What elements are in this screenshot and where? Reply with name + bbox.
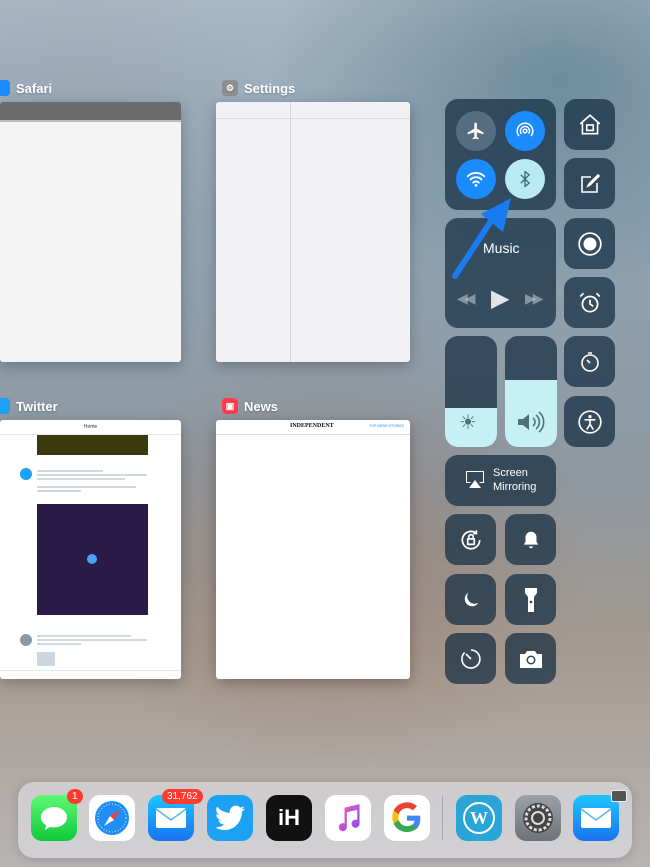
- news-toolbar: INDEPENDENT TOP NEWS STORIES: [216, 420, 410, 435]
- bell-icon: [523, 531, 538, 548]
- mail-icon: [155, 808, 187, 828]
- dock-wordpress[interactable]: W: [456, 795, 502, 841]
- airplane-icon: [467, 122, 484, 140]
- card-title-news: ▣ News: [222, 398, 278, 414]
- wifi-icon: [466, 172, 486, 187]
- notes-button[interactable]: [564, 158, 615, 209]
- record-icon: [577, 231, 602, 256]
- flashlight-icon: [524, 587, 537, 612]
- dock-twitter[interactable]: [207, 795, 253, 841]
- dock-divider: [442, 796, 443, 840]
- screen-mirroring-button[interactable]: Screen Mirroring: [445, 455, 556, 506]
- dock-music[interactable]: [325, 795, 371, 841]
- dock-settings[interactable]: [515, 795, 561, 841]
- twitter-tweet-text: [37, 468, 147, 494]
- ih-logo-icon: iH: [278, 805, 300, 830]
- card-title-settings: ⚙ Settings: [222, 80, 295, 96]
- rewind-icon[interactable]: ◀◀: [457, 290, 475, 307]
- timer-button[interactable]: [564, 336, 615, 387]
- card-title-twitter: Twitter: [0, 398, 58, 414]
- accessibility-icon: [577, 409, 602, 434]
- bluetooth-icon: [520, 170, 530, 188]
- brightness-slider[interactable]: ☀: [445, 336, 497, 447]
- moon-icon: [464, 592, 478, 606]
- rotation-lock-icon: [461, 529, 481, 550]
- timer-button-2[interactable]: [445, 633, 496, 684]
- music-note-icon: [338, 804, 360, 832]
- stopwatch-icon: [580, 351, 599, 372]
- twitter-tweet-text-2: [37, 633, 147, 647]
- dock-ih[interactable]: iH: [266, 795, 312, 841]
- card-title-twitter-label: Twitter: [16, 398, 58, 414]
- twitter-bird-icon: [215, 805, 245, 830]
- airplay-icon: [466, 471, 484, 488]
- settings-split-divider: [290, 102, 291, 362]
- twitter-avatar-2: [20, 634, 32, 646]
- twitter-home-header: Home: [0, 420, 181, 435]
- card-title-settings-label: Settings: [244, 80, 296, 96]
- sun-icon: ☀: [459, 412, 477, 434]
- messages-icon: [41, 807, 67, 830]
- volume-slider[interactable]: [505, 336, 557, 447]
- annotation-arrow-icon: [452, 198, 511, 279]
- handoff-mac-icon: [611, 790, 627, 802]
- fast-forward-icon[interactable]: ▶▶: [525, 290, 543, 307]
- compose-icon: [580, 173, 600, 193]
- news-masthead: INDEPENDENT: [290, 423, 334, 429]
- silent-mode-button[interactable]: [505, 514, 556, 565]
- google-g-icon: [392, 802, 421, 832]
- card-title-safari-label: Safari: [16, 80, 53, 96]
- rotation-lock-button[interactable]: [445, 514, 496, 565]
- card-title-news-label: News: [244, 398, 278, 414]
- flashlight-button[interactable]: [505, 574, 556, 625]
- airplane-mode-button[interactable]: [456, 111, 496, 151]
- airdrop-button[interactable]: [505, 111, 545, 151]
- do-not-disturb-button[interactable]: [445, 574, 496, 625]
- twitter-card[interactable]: Home: [0, 420, 181, 679]
- twitter-small-icon: [0, 398, 10, 414]
- safari-compass-icon: [95, 801, 129, 835]
- camera-button[interactable]: [505, 633, 556, 684]
- timer-icon: [460, 648, 481, 669]
- home-button[interactable]: [564, 99, 615, 150]
- safari-toolbar: [0, 102, 181, 120]
- twitter-video[interactable]: [37, 504, 148, 615]
- card-title-safari: Safari: [0, 80, 52, 96]
- mail-icon-2: [580, 808, 612, 828]
- camera-icon: [519, 650, 542, 668]
- svg-text:W: W: [470, 808, 488, 828]
- twitter-tabbar: [0, 670, 181, 679]
- safari-card[interactable]: [0, 102, 181, 362]
- home-icon: [579, 113, 600, 134]
- gear-icon: [523, 803, 553, 833]
- twitter-media-top: [37, 435, 148, 455]
- wordpress-icon: W: [463, 802, 495, 834]
- video-play-icon[interactable]: [87, 554, 97, 564]
- speaker-icon: [518, 411, 545, 433]
- screen-mirroring-label: Screen Mirroring: [493, 467, 537, 493]
- mail-badge: 31,762: [162, 789, 203, 804]
- news-card[interactable]: INDEPENDENT TOP NEWS STORIES: [216, 420, 410, 679]
- accessibility-button[interactable]: [564, 396, 615, 447]
- messages-badge: 1: [67, 789, 83, 804]
- twitter-avatar: [20, 468, 32, 480]
- alarm-button[interactable]: [564, 277, 615, 328]
- safari-small-icon: [0, 80, 10, 96]
- alarm-clock-icon: [579, 292, 600, 313]
- settings-small-icon: ⚙: [222, 80, 238, 96]
- airdrop-icon: [516, 122, 534, 137]
- dock-google[interactable]: [384, 795, 430, 841]
- news-small-icon: ▣: [222, 398, 238, 414]
- screen-record-button[interactable]: [564, 218, 615, 269]
- news-top-stories: TOP NEWS STORIES: [369, 424, 404, 428]
- play-icon[interactable]: ▶: [491, 284, 509, 313]
- settings-card[interactable]: [216, 102, 410, 362]
- dock-safari[interactable]: [89, 795, 135, 841]
